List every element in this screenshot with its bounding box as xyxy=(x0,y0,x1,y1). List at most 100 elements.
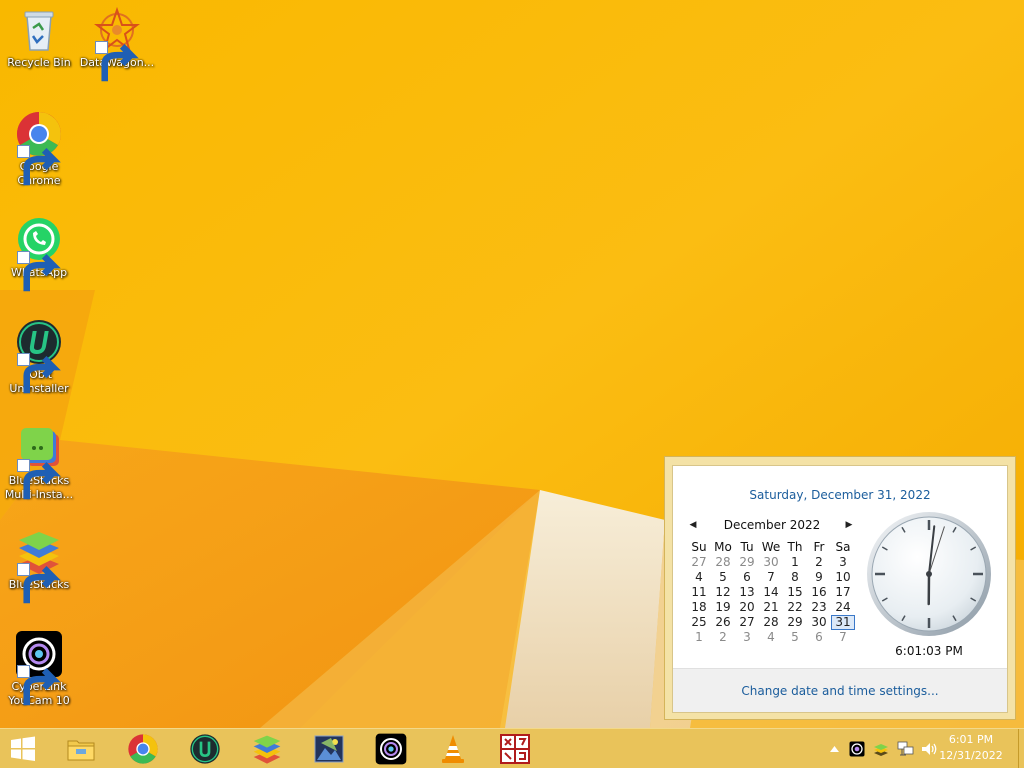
calendar-week-row: 4 5 6 7 8 9 10 xyxy=(687,570,857,585)
calendar-day[interactable]: 13 xyxy=(735,585,759,600)
calendar-day[interactable]: 1 xyxy=(687,630,711,645)
calendar-day[interactable]: 12 xyxy=(711,585,735,600)
calendar-day[interactable]: 10 xyxy=(831,570,855,585)
desktop-icon-label: Recycle Bin xyxy=(7,56,71,69)
start-button[interactable] xyxy=(0,731,46,767)
taskbar-media-app[interactable] xyxy=(306,731,352,767)
weekday-header: Fr xyxy=(813,540,825,554)
weekday-header-row: Su Mo Tu We Th Fr Sa xyxy=(687,540,857,555)
taskbar-red-app[interactable] xyxy=(492,731,538,767)
weekday-header: Th xyxy=(787,540,803,554)
calendar-day[interactable]: 8 xyxy=(783,570,807,585)
calendar-day[interactable]: 11 xyxy=(687,585,711,600)
chrome-icon xyxy=(128,734,158,764)
taskbar-file-explorer[interactable] xyxy=(58,731,104,767)
start-windows-icon xyxy=(11,736,35,761)
taskbar-chrome[interactable] xyxy=(120,731,166,767)
desktop-icon-datawagon[interactable]: DataWagon... xyxy=(78,6,156,82)
desktop-icon-bluestacks[interactable]: BlueStacks xyxy=(0,528,78,604)
tray-youcam[interactable] xyxy=(848,729,866,768)
calendar-grid: Su Mo Tu We Th Fr Sa 27 28 29 30 1 2 3 4 5 6 7 8 9 10 11 12 13 1… xyxy=(687,540,857,645)
calendar-week-row: 18 19 20 21 22 23 24 xyxy=(687,600,857,615)
calendar-day[interactable]: 29 xyxy=(783,615,807,630)
desktop-icon-recycle-bin[interactable]: Recycle Bin xyxy=(0,6,78,70)
show-desktop-button[interactable] xyxy=(1018,729,1024,768)
calendar-day[interactable]: 7 xyxy=(759,570,783,585)
calendar-day[interactable]: 18 xyxy=(687,600,711,615)
file-explorer-icon xyxy=(67,740,95,761)
calendar-day[interactable]: 25 xyxy=(687,615,711,630)
iobit-icon xyxy=(190,734,220,764)
calendar-day[interactable]: 3 xyxy=(831,555,855,570)
shortcut-arrow-icon xyxy=(17,145,61,186)
calendar-day[interactable]: 28 xyxy=(759,615,783,630)
calendar-day[interactable]: 3 xyxy=(735,630,759,645)
desktop-icon-google-chrome[interactable]: Google Chrome xyxy=(0,110,78,188)
calendar-day[interactable]: 17 xyxy=(831,585,855,600)
calendar-day[interactable]: 6 xyxy=(735,570,759,585)
analog-clock xyxy=(865,510,993,638)
desktop-icon-cyberlink-youcam[interactable]: CyberLink YouCam 10 xyxy=(0,630,78,708)
calendar-day[interactable]: 21 xyxy=(759,600,783,615)
taskbar-clock-date: 12/31/2022 xyxy=(939,749,1003,762)
calendar-day[interactable]: 15 xyxy=(783,585,807,600)
calendar-day[interactable]: 27 xyxy=(687,555,711,570)
shortcut-arrow-icon xyxy=(17,353,61,394)
change-date-time-settings-link[interactable]: Change date and time settings... xyxy=(673,668,1007,712)
calendar-week-row: 1234567 xyxy=(687,630,857,645)
calendar-day[interactable]: 30 xyxy=(759,555,783,570)
taskbar-youcam[interactable] xyxy=(368,731,414,767)
calendar-day[interactable]: 24 xyxy=(831,600,855,615)
calendar-flyout: Saturday, December 31, 2022 ◀ December 2… xyxy=(664,456,1016,720)
calendar-day[interactable]: 20 xyxy=(735,600,759,615)
calendar-day-today[interactable]: 31 xyxy=(831,615,855,630)
calendar-week-row: 25 26 27 28 29 30 31 xyxy=(687,615,857,630)
shortcut-arrow-icon xyxy=(17,251,61,292)
desktop-icon-bluestacks-multi-instance[interactable]: BlueStacks Multi-Insta... xyxy=(0,424,78,502)
calendar-day[interactable]: 2 xyxy=(807,555,831,570)
shortcut-arrow-icon xyxy=(17,665,61,706)
taskbar-vlc[interactable] xyxy=(430,731,476,767)
weekday-header: Mo xyxy=(714,540,732,554)
tray-bluestacks[interactable] xyxy=(872,729,890,768)
tray-network[interactable] xyxy=(896,729,916,768)
calendar-day[interactable]: 29 xyxy=(735,555,759,570)
calendar-day[interactable]: 1 xyxy=(783,555,807,570)
calendar-day[interactable]: 19 xyxy=(711,600,735,615)
taskbar-iobit[interactable] xyxy=(182,731,228,767)
tray-network-icon xyxy=(897,741,914,756)
calendar-day[interactable]: 23 xyxy=(807,600,831,615)
taskbar-bluestacks[interactable] xyxy=(244,731,290,767)
long-date-link[interactable]: Saturday, December 31, 2022 xyxy=(673,488,1007,502)
next-month-button[interactable]: ▶ xyxy=(843,518,855,532)
month-year-label[interactable]: December 2022 xyxy=(687,518,857,532)
calendar-day[interactable]: 26 xyxy=(711,615,735,630)
month-navigation: ◀ December 2022 ▶ xyxy=(687,518,857,534)
weekday-header: Sa xyxy=(835,540,851,554)
calendar-day[interactable]: 7 xyxy=(831,630,855,645)
media-app-icon xyxy=(314,735,344,763)
calendar-day[interactable]: 9 xyxy=(807,570,831,585)
calendar-day[interactable]: 5 xyxy=(783,630,807,645)
calendar-day[interactable]: 16 xyxy=(807,585,831,600)
calendar-day[interactable]: 5 xyxy=(711,570,735,585)
tray-youcam-icon xyxy=(849,741,865,757)
calendar-day[interactable]: 2 xyxy=(711,630,735,645)
weekday-header: We xyxy=(761,540,781,554)
calendar-week-row: 27 28 29 30 1 2 3 xyxy=(687,555,857,570)
calendar-day[interactable]: 28 xyxy=(711,555,735,570)
calendar-day[interactable]: 30 xyxy=(807,615,831,630)
calendar-day[interactable]: 6 xyxy=(807,630,831,645)
shortcut-arrow-icon xyxy=(17,459,61,500)
calendar-day[interactable]: 14 xyxy=(759,585,783,600)
tray-show-hidden-icons[interactable] xyxy=(826,729,842,768)
youcam-icon xyxy=(375,733,407,765)
calendar-day[interactable]: 22 xyxy=(783,600,807,615)
desktop-icon-iobit-uninstaller[interactable]: IObit Uninstaller xyxy=(0,318,78,396)
desktop-icon-whatsapp[interactable]: WhatsApp xyxy=(0,216,78,292)
calendar-day[interactable]: 4 xyxy=(759,630,783,645)
calendar-day[interactable]: 27 xyxy=(735,615,759,630)
shortcut-arrow-icon xyxy=(95,41,139,82)
taskbar-clock[interactable]: 6:01 PM 12/31/2022 xyxy=(936,732,1006,766)
calendar-day[interactable]: 4 xyxy=(687,570,711,585)
